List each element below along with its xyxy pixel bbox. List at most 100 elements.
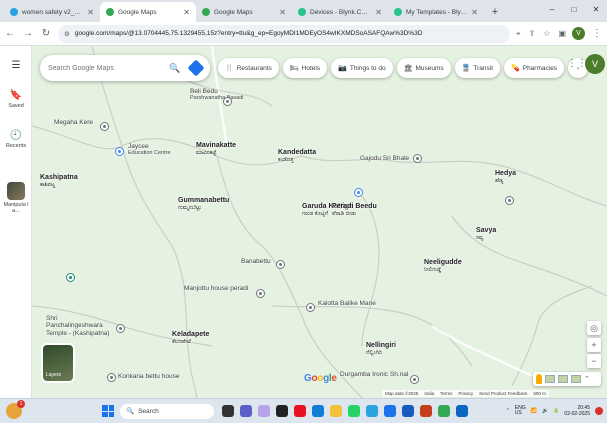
zoom-out-button[interactable]: −: [587, 354, 601, 368]
town-label[interactable]: Gummanabettu ಗುಮ್ಮನಬೆಟ್ಟು: [178, 197, 229, 211]
close-tab-icon[interactable]: ✕: [87, 8, 94, 17]
browser-tab[interactable]: Devices - Blynk.Console ✕: [292, 2, 388, 22]
close-window-button[interactable]: ✕: [585, 0, 607, 20]
place-label[interactable]: Durgamba Ironic Sh.nal: [340, 371, 408, 378]
chip-things-to-do[interactable]: 📷 Things to do: [331, 58, 393, 78]
chip-pharmacies[interactable]: 💊 Pharmacies: [504, 58, 565, 78]
terms-link[interactable]: Terms: [440, 391, 452, 396]
notification-bell-icon[interactable]: [595, 407, 603, 415]
search-input[interactable]: [48, 64, 168, 72]
town-label[interactable]: Hedya ಹೆಡ್ಯ: [495, 170, 516, 184]
menu-button[interactable]: ☰: [0, 60, 32, 73]
feedback-link[interactable]: Send Product Feedback: [479, 391, 527, 396]
taskbar-search-box[interactable]: 🔍 Search: [120, 403, 214, 419]
browser-tab[interactable]: My Templates - Blynk.Consol ✕: [388, 2, 484, 22]
directions-icon[interactable]: [187, 59, 205, 77]
app-icon[interactable]: [384, 405, 396, 417]
share-icon[interactable]: ⇪: [529, 29, 536, 39]
back-arrow-icon[interactable]: ←: [4, 28, 16, 39]
windows-start-icon[interactable]: [102, 405, 114, 417]
town-label[interactable]: Nellingiri ನೆಲ್ಲಿಂಗಿರಿ: [366, 342, 396, 356]
poi-pin-icon[interactable]: [223, 97, 232, 106]
browser-tab-active[interactable]: Google Maps ✕: [100, 2, 196, 22]
place-label[interactable]: Banabettu: [241, 258, 271, 265]
terminal-icon[interactable]: [276, 405, 288, 417]
edge-icon[interactable]: [312, 405, 324, 417]
place-label[interactable]: Konkana bettu house: [118, 373, 179, 380]
poi-pin-icon[interactable]: [306, 303, 315, 312]
town-label[interactable]: Peradi Beedu ಪೆರಾಡಿ ಬೀಡು: [332, 203, 377, 217]
imagery-thumb[interactable]: [545, 375, 555, 383]
location-icon[interactable]: ⌖: [516, 29, 521, 39]
poi-pin-icon[interactable]: [505, 196, 514, 205]
poi-pin-icon[interactable]: [256, 289, 265, 298]
powerpoint-icon[interactable]: [420, 405, 432, 417]
school-pin-icon[interactable]: [115, 147, 124, 156]
minimize-button[interactable]: –: [541, 0, 563, 20]
google-apps-icon[interactable]: ⋮⋮: [567, 58, 587, 72]
town-label[interactable]: Kandedatta ಕಂಡೆದತ್ತ: [278, 149, 316, 163]
weather-widget-icon[interactable]: 1: [6, 400, 25, 419]
reload-icon[interactable]: ↻: [40, 28, 52, 39]
pegman-icon[interactable]: [536, 374, 542, 384]
chrome-icon[interactable]: [438, 405, 450, 417]
town-label[interactable]: Kashipatna ಕಾಶಿಪಟ್ಣ: [40, 174, 78, 188]
poi-pin-icon[interactable]: [276, 260, 285, 269]
imagery-thumb[interactable]: [558, 375, 568, 383]
tray-chevron-icon[interactable]: ⌃: [506, 408, 510, 414]
teams-icon[interactable]: [240, 405, 252, 417]
site-info-icon[interactable]: ⚙: [64, 30, 70, 38]
poi-pin-icon[interactable]: [100, 122, 109, 131]
telegram-icon[interactable]: [366, 405, 378, 417]
volume-icon[interactable]: 🔊: [542, 408, 548, 414]
url-field[interactable]: ⚙ google.com/maps/@13.0704445,75.1329455…: [58, 24, 511, 43]
place-label[interactable]: Kalotta Balike Mane: [318, 300, 378, 307]
scale-label[interactable]: 500 m: [533, 391, 546, 396]
chip-transit[interactable]: 🚆 Transit: [454, 58, 501, 78]
park-pin-icon[interactable]: [66, 273, 75, 282]
privacy-link[interactable]: Privacy: [458, 391, 473, 396]
poi-pin-icon[interactable]: [413, 154, 422, 163]
my-location-icon[interactable]: ◎: [587, 321, 601, 335]
place-label[interactable]: Manjottu house peradi: [184, 285, 248, 292]
close-tab-icon[interactable]: ✕: [279, 8, 286, 17]
place-label[interactable]: Megaha Kere: [54, 119, 93, 126]
close-tab-icon[interactable]: ✕: [375, 8, 382, 17]
recents-button[interactable]: 🕘 Recents: [0, 130, 32, 149]
file-explorer-icon[interactable]: [330, 405, 342, 417]
place-label[interactable]: Beli Bedu Parshwanatha Basadi: [190, 88, 244, 102]
account-avatar[interactable]: V: [585, 54, 605, 74]
poi-pin-icon[interactable]: [410, 375, 419, 384]
place-label[interactable]: Jaycee Education Centre: [128, 143, 171, 157]
place-label[interactable]: Shri Panchalingeshwara Temple - (Kashipa…: [46, 315, 116, 337]
language-indicator[interactable]: ENG US: [515, 405, 526, 417]
browser-menu-icon[interactable]: ⋮: [591, 28, 603, 39]
temple-pin-icon[interactable]: [116, 324, 125, 333]
town-label[interactable]: Mavinakatte ಮಾವಿನಕಟ್ಟೆ: [196, 142, 236, 156]
layers-button[interactable]: Layers: [41, 343, 75, 383]
poi-pin-icon[interactable]: [107, 373, 116, 382]
copilot-icon[interactable]: [258, 405, 270, 417]
close-tab-icon[interactable]: ✕: [183, 8, 190, 17]
town-label[interactable]: Neeligudde ನೀಲಿಗುಡ್ಡೆ: [424, 259, 462, 273]
browser-tab[interactable]: women safety v2_bot ✕: [4, 2, 100, 22]
clock[interactable]: 20:45 02-02-2025: [564, 405, 590, 417]
whatsapp-icon[interactable]: [348, 405, 360, 417]
new-tab-button[interactable]: +: [488, 5, 502, 19]
bookmark-star-icon[interactable]: ☆: [543, 29, 550, 39]
chip-hotels[interactable]: 🛏 Hotels: [282, 58, 328, 78]
close-tab-icon[interactable]: ✕: [471, 8, 478, 17]
region-link[interactable]: India: [424, 391, 434, 396]
wifi-icon[interactable]: 📶: [531, 408, 537, 414]
saved-button[interactable]: 🔖 Saved: [0, 90, 32, 109]
expand-chevron-icon[interactable]: ⌃: [584, 375, 590, 383]
selected-place-pin-icon[interactable]: [354, 188, 363, 197]
town-label[interactable]: Savya ಸವ್ಯ: [476, 227, 496, 241]
browser-profile-avatar[interactable]: V: [572, 27, 585, 40]
imagery-thumb[interactable]: [571, 375, 581, 383]
browser-tab[interactable]: Google Maps ✕: [196, 2, 292, 22]
map-canvas[interactable]: Beli Bedu Parshwanatha Basadi Megaha Ker…: [32, 46, 607, 398]
place-label[interactable]: Gajodu Sri Bhale: [360, 155, 409, 162]
battery-icon[interactable]: 🔋: [553, 408, 559, 414]
word-icon[interactable]: [402, 405, 414, 417]
